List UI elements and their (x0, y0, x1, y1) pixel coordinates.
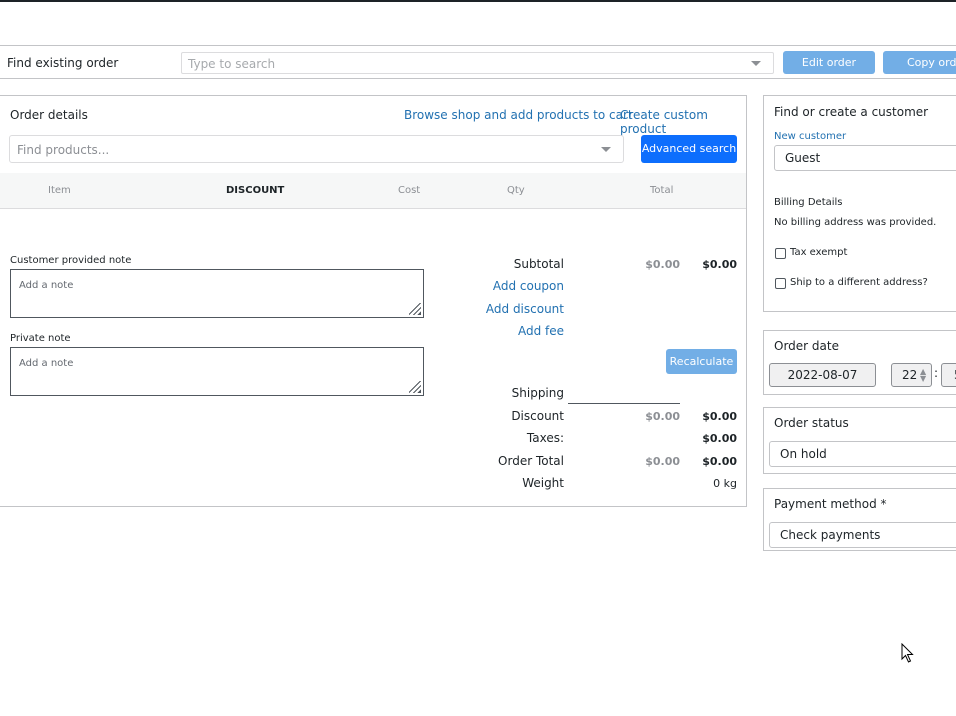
private-note-label: Private note (10, 333, 71, 344)
add-discount-link[interactable]: Add discount (464, 302, 564, 316)
order-status-panel: Order status On hold (763, 407, 956, 474)
shipping-select-underline[interactable] (568, 403, 680, 404)
column-cost: Cost (398, 185, 421, 196)
chevron-down-icon[interactable] (751, 61, 761, 66)
weight-label: Weight (522, 476, 564, 490)
order-hour-value: 22 (902, 368, 918, 382)
private-note-textarea[interactable]: Add a note (10, 347, 424, 396)
order-hour-input[interactable]: 22 ▲ ▼ (891, 363, 932, 387)
order-search-placeholder: Type to search (188, 57, 276, 71)
ship-different-checkbox[interactable] (775, 278, 786, 289)
order-date-title: Order date (774, 339, 839, 353)
spinner-arrows-icon[interactable]: ▲ ▼ (920, 368, 926, 383)
taxes-value: $0.00 (702, 432, 737, 445)
advanced-search-button[interactable]: Advanced search (641, 135, 737, 163)
add-coupon-link[interactable]: Add coupon (464, 279, 564, 293)
add-fee-link[interactable]: Add fee (464, 324, 564, 338)
new-customer-link[interactable]: New customer (774, 131, 846, 142)
customer-note-textarea[interactable]: Add a note (10, 269, 424, 318)
private-note-placeholder: Add a note (19, 358, 74, 369)
product-search-input[interactable]: Find products... (9, 135, 624, 163)
column-discount: DISCOUNT (226, 185, 285, 196)
payment-method-panel: Payment method * Check payments (763, 488, 956, 551)
taxes-label: Taxes: (526, 431, 564, 445)
find-order-bar: Find existing order Type to search Edit … (0, 45, 956, 79)
tax-exempt-checkbox[interactable] (775, 248, 786, 259)
order-status-select[interactable]: On hold (769, 441, 956, 467)
tax-exempt-label: Tax exempt (790, 247, 848, 258)
discount-label: Discount (511, 409, 564, 423)
time-separator: : (934, 366, 939, 380)
order-details-title: Order details (10, 108, 88, 122)
ship-different-label: Ship to a different address? (790, 277, 928, 288)
subtotal-label: Subtotal (513, 257, 564, 271)
chevron-down-icon[interactable] (601, 147, 611, 152)
customer-note-placeholder: Add a note (19, 280, 74, 291)
weight-value: 0 kg (713, 477, 737, 490)
subtotal-value: $0.00 (702, 258, 737, 271)
create-custom-product-link[interactable]: Create custom product (620, 108, 746, 136)
top-border (0, 0, 956, 2)
order-search-input[interactable]: Type to search (181, 52, 774, 74)
shipping-label: Shipping (511, 386, 564, 400)
order-minute-input[interactable]: 5 (941, 363, 956, 387)
order-status-title: Order status (774, 416, 849, 430)
discount-value: $0.00 (702, 410, 737, 423)
column-item: Item (48, 185, 71, 196)
billing-address-text: No billing address was provided. (774, 217, 937, 228)
resize-handle-icon[interactable] (409, 381, 421, 393)
items-table-header: Item DISCOUNT Cost Qty Total (0, 173, 746, 209)
copy-order-button[interactable]: Copy order (883, 51, 956, 74)
payment-method-select[interactable]: Check payments (769, 522, 956, 548)
customer-select[interactable]: Guest (774, 145, 956, 171)
customer-panel-title: Find or create a customer (774, 105, 929, 119)
product-search-placeholder: Find products... (17, 143, 110, 157)
customer-panel: Find or create a customer New customer G… (763, 95, 956, 312)
order-date-panel: Order date 2022-08-07 22 ▲▼ : 5 (763, 330, 956, 395)
customer-note-label: Customer provided note (10, 255, 132, 266)
order-total-label: Order Total (498, 454, 564, 468)
order-total-value: $0.00 (702, 455, 737, 468)
order-details-panel: Order details Browse shop and add produc… (0, 95, 747, 507)
column-total: Total (650, 185, 674, 196)
payment-method-title: Payment method * (774, 497, 887, 511)
order-date-input[interactable]: 2022-08-07 (769, 363, 876, 387)
edit-order-button[interactable]: Edit order (783, 51, 875, 74)
find-order-label: Find existing order (7, 56, 119, 70)
column-qty: Qty (507, 185, 525, 196)
resize-handle-icon[interactable] (409, 303, 421, 315)
billing-details-title: Billing Details (774, 197, 843, 208)
mouse-cursor-icon (901, 643, 914, 663)
browse-shop-link[interactable]: Browse shop and add products to cart (404, 108, 633, 122)
recalculate-button[interactable]: Recalculate (666, 349, 737, 374)
